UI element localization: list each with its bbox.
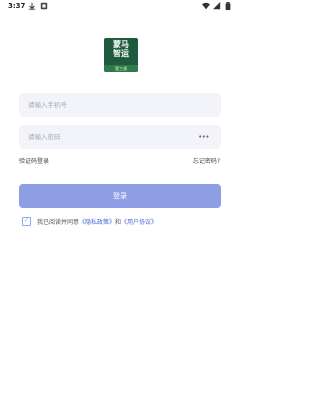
forgot-password-link[interactable]: 忘记密码? xyxy=(193,156,220,165)
user-agreement-link[interactable]: 《用户协议》 xyxy=(121,217,157,226)
login-button[interactable]: 登录 xyxy=(19,184,221,208)
password-input[interactable]: 请输入密码 ••• xyxy=(19,125,221,149)
app-logo: 蒙马 智运 管工通 xyxy=(104,38,138,72)
check-icon: ✓ xyxy=(24,217,30,224)
logo-text: 蒙马 智运 xyxy=(113,40,129,58)
password-placeholder: 请输入密码 xyxy=(28,133,61,141)
phone-input[interactable]: 请输入手机号 xyxy=(19,93,221,117)
password-visibility-icon[interactable]: ••• xyxy=(198,125,209,149)
notification-icon xyxy=(40,2,48,10)
status-icons-right xyxy=(202,2,232,10)
logo-tag: 管工通 xyxy=(104,65,138,72)
status-bar: 3:37 xyxy=(0,0,240,14)
agreement-row: ✓ 我已阅读并同意 《隐私政策》 和 《用户协议》 xyxy=(22,217,157,226)
battery-icon xyxy=(225,2,231,10)
status-time: 3:37 xyxy=(8,2,26,10)
privacy-policy-link[interactable]: 《隐私政策》 xyxy=(79,217,115,226)
signal-icon xyxy=(213,2,221,10)
agreement-prefix: 我已阅读并同意 xyxy=(37,219,80,226)
sms-login-link[interactable]: 验证码登录 xyxy=(19,156,49,165)
download-icon xyxy=(28,2,36,10)
wifi-icon xyxy=(202,2,210,10)
status-icons-left xyxy=(28,2,48,10)
phone-placeholder: 请输入手机号 xyxy=(28,101,67,109)
agreement-checkbox[interactable]: ✓ xyxy=(22,217,31,226)
